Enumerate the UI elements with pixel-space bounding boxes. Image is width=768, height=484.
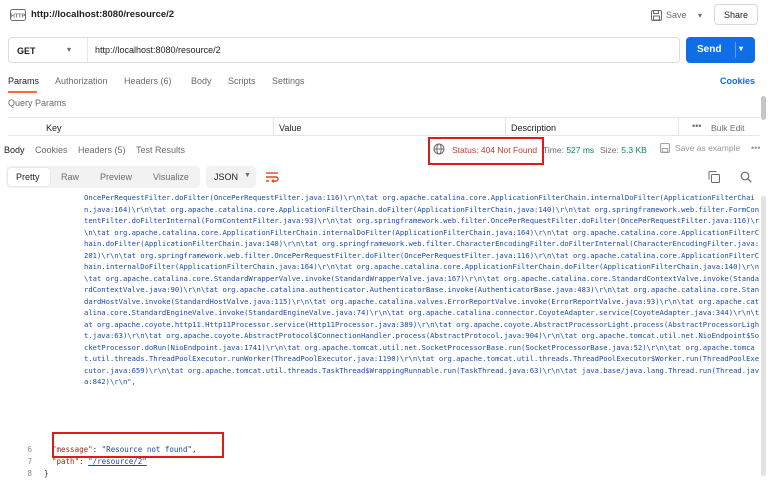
size-readout: Size: 5.3 KB — [600, 145, 647, 155]
url-input[interactable] — [95, 45, 665, 55]
params-scrollbar[interactable] — [761, 96, 766, 120]
size-value: 5.3 KB — [621, 145, 647, 155]
stack-trace-text: OncePerRequestFilter.doFilter(OncePerReq… — [84, 193, 760, 386]
highlight-box-status — [428, 137, 544, 165]
top-bar: HTTP http://localhost:8080/resource/2 Sa… — [0, 0, 768, 30]
save-label: Save — [666, 10, 687, 20]
query-params-title: Query Params — [8, 98, 67, 108]
request-title: http://localhost:8080/resource/2 — [31, 9, 175, 20]
search-icon[interactable] — [740, 171, 752, 183]
highlight-box-message — [52, 432, 224, 458]
send-label: Send — [697, 44, 722, 55]
json-key: "path" — [52, 457, 80, 466]
line-number: 8 — [27, 469, 32, 478]
copy-icon[interactable] — [708, 171, 720, 183]
share-button[interactable]: Share — [714, 4, 758, 25]
save-icon — [651, 9, 662, 21]
column-value: Value — [279, 123, 302, 133]
svg-text:HTTP: HTTP — [11, 14, 26, 20]
save-as-example-label: Save as example — [675, 143, 741, 153]
request-tabs: Params Authorization Headers (6) Body Sc… — [0, 72, 768, 92]
format-label: JSON — [214, 172, 239, 182]
column-key: Key — [46, 123, 62, 133]
save-icon — [660, 143, 670, 153]
request-bar: GET ▾ — [8, 37, 680, 63]
response-view-bar: Pretty Raw Preview Visualize JSON ▼ — [0, 166, 768, 190]
column-divider — [273, 118, 274, 136]
cookies-link[interactable]: Cookies — [720, 76, 755, 86]
tab-response-body[interactable]: Body — [4, 145, 25, 155]
save-as-example-button[interactable]: Save as example — [660, 143, 740, 153]
send-options-chevron-icon[interactable]: ▾ — [739, 44, 743, 53]
view-mode-tabs: Pretty Raw Preview Visualize — [6, 166, 200, 188]
tab-params[interactable]: Params — [8, 76, 39, 86]
response-bar: Body Cookies Headers (5) Test Results St… — [0, 140, 768, 160]
send-button[interactable]: Send ▾ — [686, 37, 755, 63]
tab-response-headers[interactable]: Headers (5) — [78, 145, 126, 155]
more-options-icon[interactable]: ••• — [692, 121, 701, 131]
tab-scripts[interactable]: Scripts — [228, 76, 256, 86]
column-divider — [678, 118, 679, 136]
active-tab-indicator — [8, 91, 37, 93]
time-value: 527 ms — [566, 145, 595, 155]
method-chevron-icon[interactable]: ▾ — [67, 45, 71, 54]
tab-pretty[interactable]: Pretty — [16, 172, 40, 182]
code-line-close-brace: } — [44, 469, 49, 478]
tab-body[interactable]: Body — [191, 76, 212, 86]
json-colon: : — [79, 457, 89, 466]
time-readout: Time: 527 ms — [543, 145, 594, 155]
tab-authorization[interactable]: Authorization — [55, 76, 108, 86]
tab-preview[interactable]: Preview — [100, 172, 132, 182]
save-options-chevron-icon[interactable]: ▾ — [693, 6, 707, 24]
send-divider — [735, 42, 736, 58]
column-description: Description — [511, 123, 557, 133]
method-divider — [87, 38, 88, 62]
tab-raw[interactable]: Raw — [61, 172, 79, 182]
tab-test-results[interactable]: Test Results — [136, 145, 185, 155]
http-icon: HTTP — [10, 9, 26, 21]
wrap-lines-icon[interactable] — [264, 170, 280, 184]
more-options-icon[interactable]: ••• — [751, 143, 760, 153]
tab-visualize[interactable]: Visualize — [153, 172, 189, 182]
time-label: Time: — [543, 145, 564, 155]
size-label: Size: — [600, 145, 619, 155]
method-select[interactable]: GET — [17, 46, 36, 56]
format-select[interactable]: JSON ▼ — [206, 166, 256, 188]
code-line-path: "path": "/resource/2" — [52, 457, 147, 466]
tab-settings[interactable]: Settings — [272, 76, 305, 86]
tab-response-cookies[interactable]: Cookies — [35, 145, 68, 155]
save-button[interactable]: Save — [651, 6, 687, 24]
line-number: 7 — [27, 457, 32, 466]
bulk-edit-button[interactable]: Bulk Edit — [711, 123, 745, 133]
column-divider — [505, 118, 506, 136]
query-params-table: Key Value Description ••• Bulk Edit — [8, 117, 760, 136]
json-value-link[interactable]: "/resource/2" — [88, 457, 147, 466]
tab-headers[interactable]: Headers (6) — [124, 76, 172, 86]
response-scrollbar[interactable] — [761, 196, 766, 476]
line-number: 6 — [27, 445, 32, 454]
chevron-down-icon: ▼ — [244, 172, 251, 179]
